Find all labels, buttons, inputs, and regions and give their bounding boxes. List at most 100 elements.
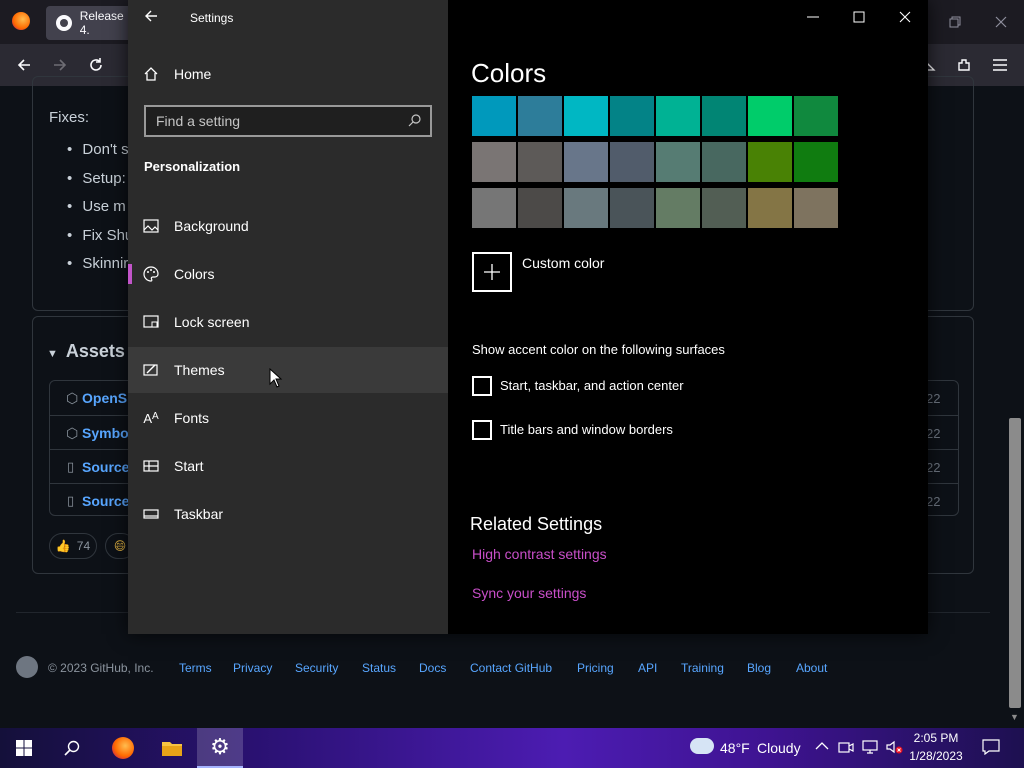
color-swatch[interactable]	[748, 188, 792, 228]
asset-link[interactable]: Source	[82, 493, 129, 509]
color-swatch[interactable]	[610, 96, 654, 136]
list-item: • Skinnir	[67, 255, 129, 272]
nav-taskbar[interactable]: Taskbar	[128, 491, 448, 537]
volume-muted-icon[interactable]	[886, 740, 904, 759]
home-icon	[128, 66, 174, 82]
color-swatch[interactable]	[472, 188, 516, 228]
title-bars-checkbox[interactable]	[472, 420, 492, 440]
meet-now-icon[interactable]	[838, 740, 854, 759]
color-swatch[interactable]	[610, 188, 654, 228]
settings-window: Settings Home Find a setting Personaliza…	[128, 0, 928, 634]
color-swatch[interactable]	[564, 142, 608, 182]
color-swatch[interactable]	[794, 96, 838, 136]
menu-icon[interactable]	[985, 50, 1015, 80]
custom-color-button[interactable]	[472, 252, 512, 292]
footer-link-status[interactable]: Status	[362, 661, 396, 675]
color-swatch[interactable]	[472, 142, 516, 182]
list-item: • Don't s	[67, 141, 129, 158]
start-taskbar-label[interactable]: Start, taskbar, and action center	[500, 378, 684, 393]
color-swatch[interactable]	[702, 142, 746, 182]
color-swatch[interactable]	[794, 188, 838, 228]
github-logo-icon[interactable]	[16, 656, 38, 678]
back-arrow-icon[interactable]	[9, 50, 39, 80]
nav-colors[interactable]: Colors	[128, 251, 448, 297]
color-swatch[interactable]	[610, 142, 654, 182]
nav-home[interactable]: Home	[128, 51, 448, 97]
taskbar-icon	[128, 509, 174, 519]
custom-color-label[interactable]: Custom color	[522, 255, 604, 271]
close-icon[interactable]	[898, 10, 912, 24]
settings-app-icon[interactable]: ⚙	[197, 728, 243, 768]
nav-fonts[interactable]: AA Fonts	[128, 395, 448, 441]
windows-taskbar: ⚙ 48°F Cloudy 2:05 PM 1/28/2023	[0, 728, 1024, 768]
selection-indicator	[128, 264, 132, 284]
firefox-icon[interactable]	[100, 728, 146, 768]
nav-lock-screen[interactable]: Lock screen	[128, 299, 448, 345]
search-input[interactable]: Find a setting	[144, 105, 432, 137]
weather-desc[interactable]: Cloudy	[757, 740, 801, 756]
footer-link-docs[interactable]: Docs	[419, 661, 446, 675]
color-swatch[interactable]	[518, 188, 562, 228]
color-swatch[interactable]	[748, 96, 792, 136]
nav-start[interactable]: Start	[128, 443, 448, 489]
network-icon[interactable]	[862, 740, 880, 759]
color-swatch[interactable]	[748, 142, 792, 182]
footer-link-security[interactable]: Security	[295, 661, 338, 675]
assets-heading[interactable]: ▼ Assets	[47, 341, 125, 362]
nav-item-label: Colors	[174, 266, 215, 282]
file-explorer-icon[interactable]	[149, 728, 195, 768]
fixes-heading: Fixes:	[49, 109, 90, 126]
color-swatch[interactable]	[472, 96, 516, 136]
palette-icon	[128, 266, 174, 282]
maximize-icon[interactable]	[852, 10, 866, 24]
high-contrast-link[interactable]: High contrast settings	[472, 546, 607, 562]
color-swatch[interactable]	[564, 188, 608, 228]
restore-window-icon[interactable]	[940, 7, 970, 37]
close-window-icon[interactable]	[986, 7, 1016, 37]
asset-link[interactable]: OpenSl	[82, 390, 131, 406]
section-heading: Personalization	[144, 159, 241, 174]
nav-themes[interactable]: Themes	[128, 347, 448, 393]
footer-link-privacy[interactable]: Privacy	[233, 661, 272, 675]
clock-date[interactable]: 1/28/2023	[905, 749, 967, 763]
footer-link-terms[interactable]: Terms	[179, 661, 212, 675]
back-arrow-icon[interactable]	[144, 9, 162, 27]
weather-temp[interactable]: 48°F	[720, 740, 750, 756]
scrollbar-thumb[interactable]	[1009, 418, 1021, 708]
footer-link-blog[interactable]: Blog	[747, 661, 771, 675]
color-swatch[interactable]	[656, 96, 700, 136]
footer-link-pricing[interactable]: Pricing	[577, 661, 614, 675]
windows-start-icon[interactable]	[1, 728, 47, 768]
minimize-icon[interactable]	[806, 10, 820, 24]
color-swatch[interactable]	[656, 142, 700, 182]
color-swatch[interactable]	[518, 142, 562, 182]
nav-item-label: Background	[174, 218, 249, 234]
color-swatch[interactable]	[794, 142, 838, 182]
firefox-icon[interactable]	[12, 12, 30, 30]
nav-background[interactable]: Background	[128, 203, 448, 249]
footer-link-contact[interactable]: Contact GitHub	[470, 661, 552, 675]
notifications-icon[interactable]	[982, 739, 1000, 760]
footer-link-api[interactable]: API	[638, 661, 657, 675]
color-swatch[interactable]	[702, 96, 746, 136]
sync-settings-link[interactable]: Sync your settings	[472, 585, 586, 601]
start-taskbar-checkbox[interactable]	[472, 376, 492, 396]
color-swatch[interactable]	[518, 96, 562, 136]
scroll-down-icon[interactable]: ▼	[1010, 712, 1019, 722]
color-swatch[interactable]	[656, 188, 700, 228]
thumbs-up-icon: 👍	[55, 539, 71, 553]
color-swatch[interactable]	[564, 96, 608, 136]
footer-link-training[interactable]: Training	[681, 661, 724, 675]
search-icon[interactable]	[49, 728, 95, 768]
title-bars-label[interactable]: Title bars and window borders	[500, 422, 673, 437]
asset-link[interactable]: Symbol	[82, 425, 133, 441]
search-icon[interactable]	[408, 113, 422, 130]
browser-tab[interactable]: Release 4.	[46, 6, 136, 40]
footer-link-about[interactable]: About	[796, 661, 827, 675]
clock-time[interactable]: 2:05 PM	[905, 731, 967, 745]
color-swatch[interactable]	[702, 188, 746, 228]
asset-link[interactable]: Source	[82, 459, 129, 475]
thumbs-up-reaction[interactable]: 👍 74	[49, 533, 97, 559]
chevron-up-icon[interactable]	[815, 740, 829, 754]
nav-item-label: Themes	[174, 362, 225, 378]
